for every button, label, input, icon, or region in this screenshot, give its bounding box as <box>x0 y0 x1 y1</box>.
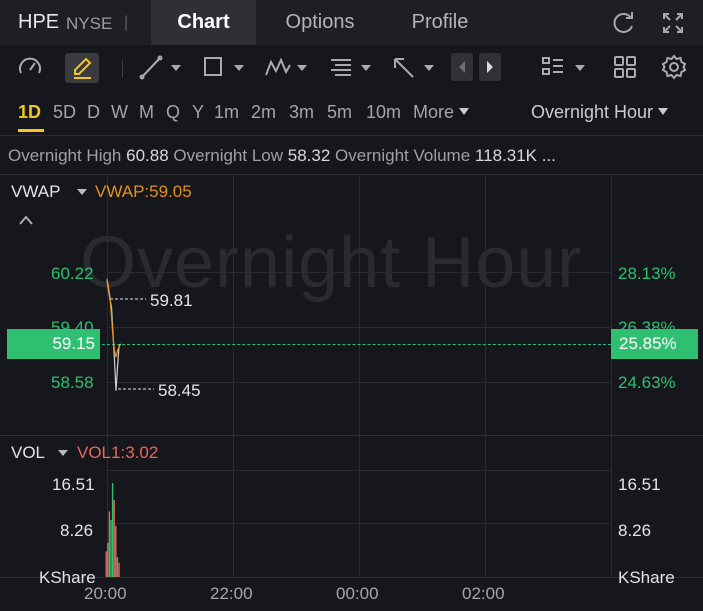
high-marker-label: 59.81 <box>150 291 193 310</box>
vol-tick: 16.51 <box>618 475 661 494</box>
volume-bar <box>108 511 111 577</box>
volume-bars <box>105 483 120 577</box>
volume-bar <box>105 551 107 577</box>
time-tick: 20:00 <box>84 584 127 603</box>
vol-tick: 8.26 <box>618 521 652 540</box>
time-tick: 22:00 <box>210 584 253 603</box>
chevron-down-icon[interactable] <box>58 450 68 456</box>
volume-bar <box>110 520 112 577</box>
volume-bar <box>115 525 117 577</box>
vol-tick: 16.51 <box>52 475 95 494</box>
price-line <box>106 279 122 391</box>
volume-bar <box>116 557 119 577</box>
vwap-line <box>106 278 120 358</box>
vol-tick: 8.26 <box>60 521 94 540</box>
volume-indicator-name[interactable]: VOL <box>11 443 45 463</box>
time-tick: 02:00 <box>462 584 505 603</box>
volume-bar <box>111 483 114 577</box>
time-tick: 00:00 <box>336 584 379 603</box>
volume-bar <box>107 542 109 577</box>
price-chart-svg <box>105 278 154 577</box>
vol-value: VOL1:3.02 <box>77 443 159 462</box>
vol-unit: KShare <box>618 568 675 587</box>
volume-bar <box>118 562 120 577</box>
low-marker-label: 58.45 <box>158 381 201 400</box>
volume-bar <box>113 500 115 577</box>
